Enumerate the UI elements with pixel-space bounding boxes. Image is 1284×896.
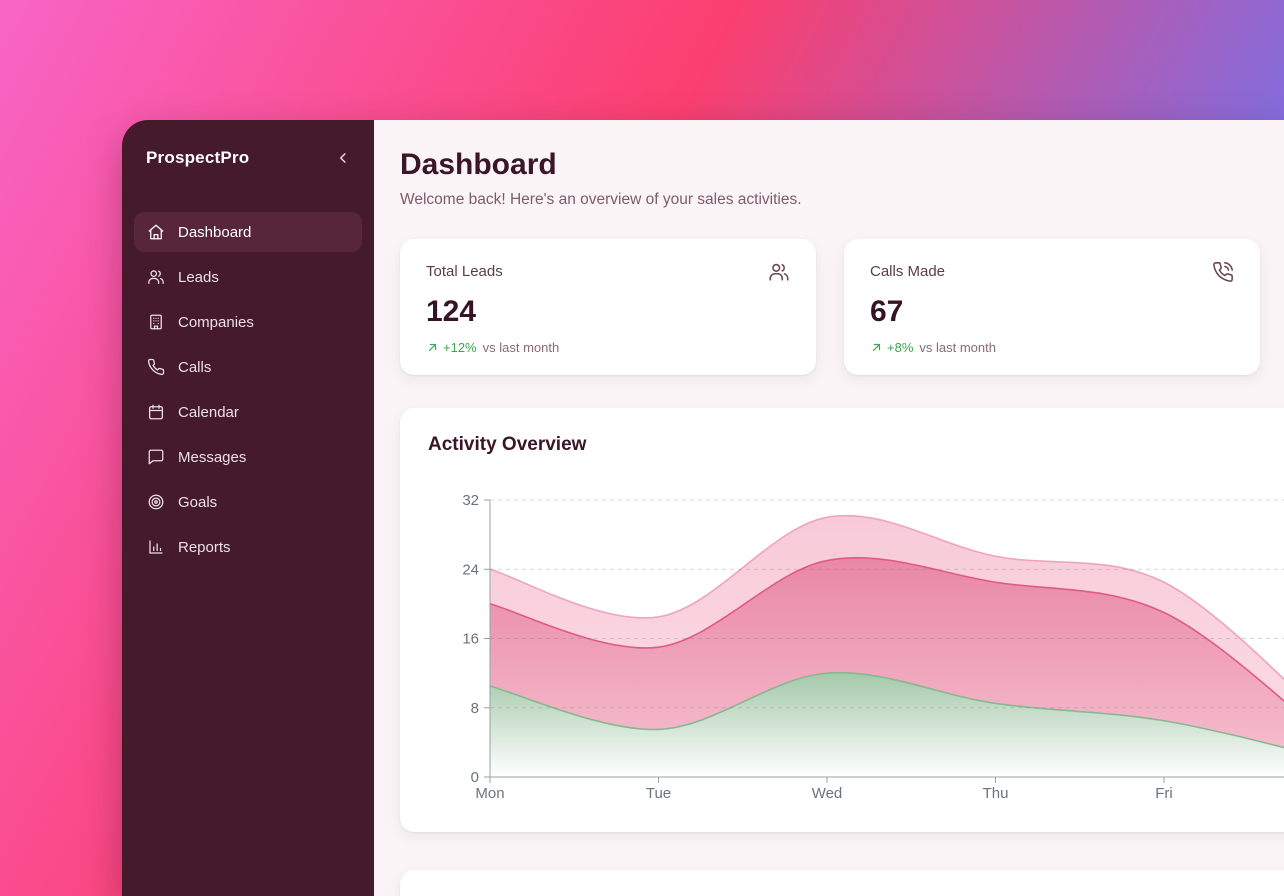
stat-card-total-leads: Total Leads 124 +12% vs last month bbox=[400, 239, 816, 375]
activity-overview-chart: 0 8 16 24 32 Mon Tue Wed Thu Fri bbox=[400, 468, 1284, 818]
stat-label: Total Leads bbox=[426, 263, 503, 280]
x-axis-tick-label: Tue bbox=[646, 785, 671, 802]
page-title: Dashboard bbox=[400, 148, 1284, 182]
stat-label: Calls Made bbox=[870, 263, 945, 280]
message-icon bbox=[147, 448, 165, 466]
y-axis-tick-label: 0 bbox=[471, 769, 479, 786]
users-icon bbox=[147, 268, 165, 286]
stat-delta: +8% vs last month bbox=[870, 340, 1234, 355]
sidebar-item-leads[interactable]: Leads bbox=[134, 257, 362, 297]
stat-delta-suffix: vs last month bbox=[483, 340, 560, 355]
sidebar-item-label: Reports bbox=[178, 539, 231, 556]
chart-title: Activity Overview bbox=[428, 434, 1284, 456]
stat-card-header: Total Leads bbox=[426, 263, 790, 288]
sidebar-item-calls[interactable]: Calls bbox=[134, 347, 362, 387]
stat-delta-positive: +12% bbox=[426, 340, 477, 355]
sidebar-item-label: Goals bbox=[178, 494, 217, 511]
trend-up-icon bbox=[426, 341, 439, 354]
sidebar-item-companies[interactable]: Companies bbox=[134, 302, 362, 342]
sidebar-collapse-button[interactable] bbox=[334, 149, 352, 167]
trend-up-icon bbox=[870, 341, 883, 354]
sidebar-item-label: Calendar bbox=[178, 404, 239, 421]
y-axis-tick-label: 8 bbox=[471, 700, 479, 717]
stat-cards-row: Total Leads124+12%vs last monthCalls Mad… bbox=[400, 239, 1284, 375]
y-axis-tick-label: 16 bbox=[462, 631, 479, 648]
users-icon bbox=[768, 261, 790, 283]
stat-value: 124 bbox=[426, 296, 790, 328]
x-axis-tick-label: Thu bbox=[983, 785, 1009, 802]
sidebar-nav: Dashboard Leads Companies Calls Calendar Mess… bbox=[134, 212, 362, 567]
phone-call-icon bbox=[1212, 261, 1234, 283]
sidebar-item-label: Messages bbox=[178, 449, 246, 466]
activity-overview-card: Activity Overview 0 8 16 24 32 Mon Tue Wed Thu Fr… bbox=[400, 408, 1284, 832]
y-axis-tick-label: 32 bbox=[462, 492, 479, 509]
stat-delta-suffix: vs last month bbox=[919, 340, 996, 355]
sidebar-item-label: Leads bbox=[178, 269, 219, 286]
page-subtitle: Welcome back! Here's an overview of your… bbox=[400, 191, 1284, 209]
stat-delta-positive: +8% bbox=[870, 340, 913, 355]
phone-icon bbox=[147, 358, 165, 376]
sidebar-item-label: Dashboard bbox=[178, 224, 251, 241]
chevron-left-icon bbox=[334, 149, 352, 167]
app-logo: ProspectPro bbox=[146, 148, 249, 168]
stat-delta-value: +12% bbox=[443, 340, 477, 355]
stat-delta-value: +8% bbox=[887, 340, 913, 355]
sidebar: ProspectPro Dashboard Leads Companies Calls… bbox=[122, 120, 374, 896]
stat-delta: +12% vs last month bbox=[426, 340, 790, 355]
sidebar-item-label: Companies bbox=[178, 314, 254, 331]
target-icon bbox=[147, 493, 165, 511]
calendar-icon bbox=[147, 403, 165, 421]
home-icon bbox=[147, 223, 165, 241]
sidebar-item-label: Calls bbox=[178, 359, 211, 376]
y-axis-tick-label: 24 bbox=[462, 561, 479, 578]
app-window: ProspectPro Dashboard Leads Companies Calls… bbox=[122, 120, 1284, 896]
x-axis-tick-label: Fri bbox=[1155, 785, 1173, 802]
stat-card-icon-wrap bbox=[768, 261, 790, 288]
stat-card-icon-wrap bbox=[1212, 261, 1234, 288]
bar-chart-icon bbox=[147, 538, 165, 556]
stat-card-header: Calls Made bbox=[870, 263, 1234, 288]
sidebar-header: ProspectPro bbox=[134, 146, 362, 168]
main-content: Dashboard Welcome back! Here's an overvi… bbox=[374, 120, 1284, 896]
sidebar-item-dashboard[interactable]: Dashboard bbox=[134, 212, 362, 252]
stat-value: 67 bbox=[870, 296, 1234, 328]
next-section-card bbox=[400, 870, 1284, 896]
x-axis-tick-label: Wed bbox=[812, 785, 843, 802]
sidebar-item-messages[interactable]: Messages bbox=[134, 437, 362, 477]
sidebar-item-goals[interactable]: Goals bbox=[134, 482, 362, 522]
sidebar-item-reports[interactable]: Reports bbox=[134, 527, 362, 567]
stat-card-calls-made: Calls Made 67 +8% vs last month bbox=[844, 239, 1260, 375]
sidebar-item-calendar[interactable]: Calendar bbox=[134, 392, 362, 432]
x-axis-tick-label: Mon bbox=[475, 785, 504, 802]
building-icon bbox=[147, 313, 165, 331]
chart-areas bbox=[490, 516, 1284, 777]
